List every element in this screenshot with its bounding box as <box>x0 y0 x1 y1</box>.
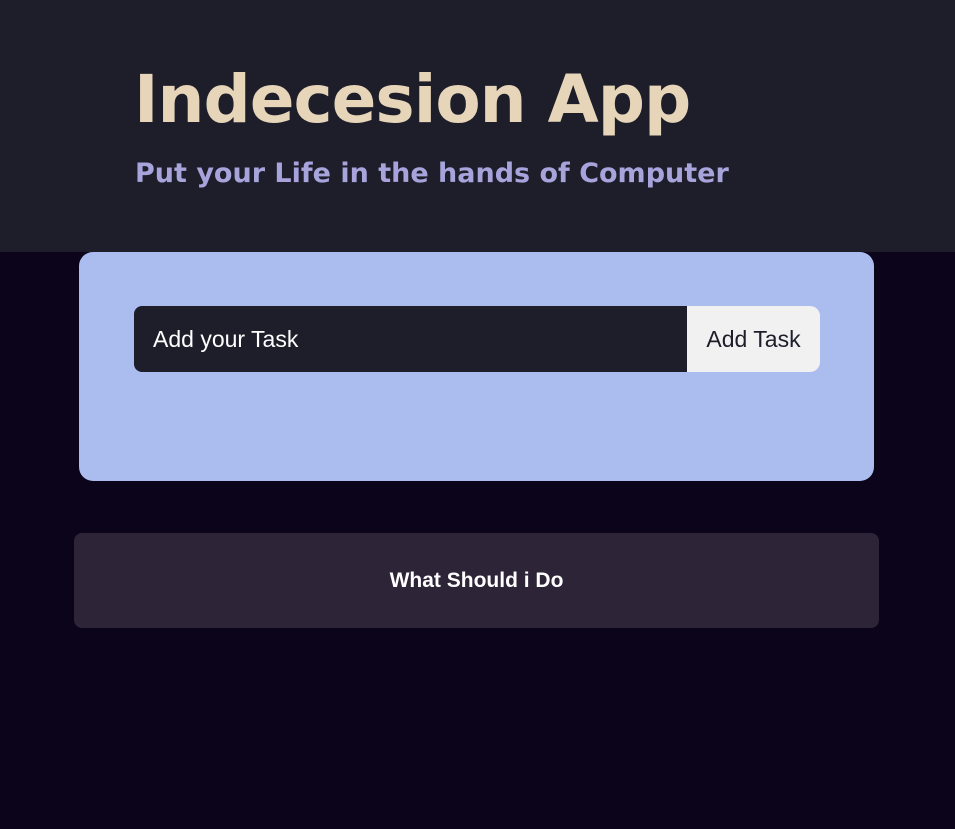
app-subtitle: Put your Life in the hands of Computer <box>135 158 729 189</box>
app-header: Indecesion App Put your Life in the hand… <box>0 0 955 252</box>
add-task-form: Add Task <box>134 306 820 372</box>
task-input[interactable] <box>134 306 687 372</box>
add-task-button[interactable]: Add Task <box>687 306 820 372</box>
add-task-card: Add Task <box>79 252 874 481</box>
what-should-i-do-button[interactable]: What Should i Do <box>74 533 879 628</box>
app-title: Indecesion App <box>134 61 691 138</box>
